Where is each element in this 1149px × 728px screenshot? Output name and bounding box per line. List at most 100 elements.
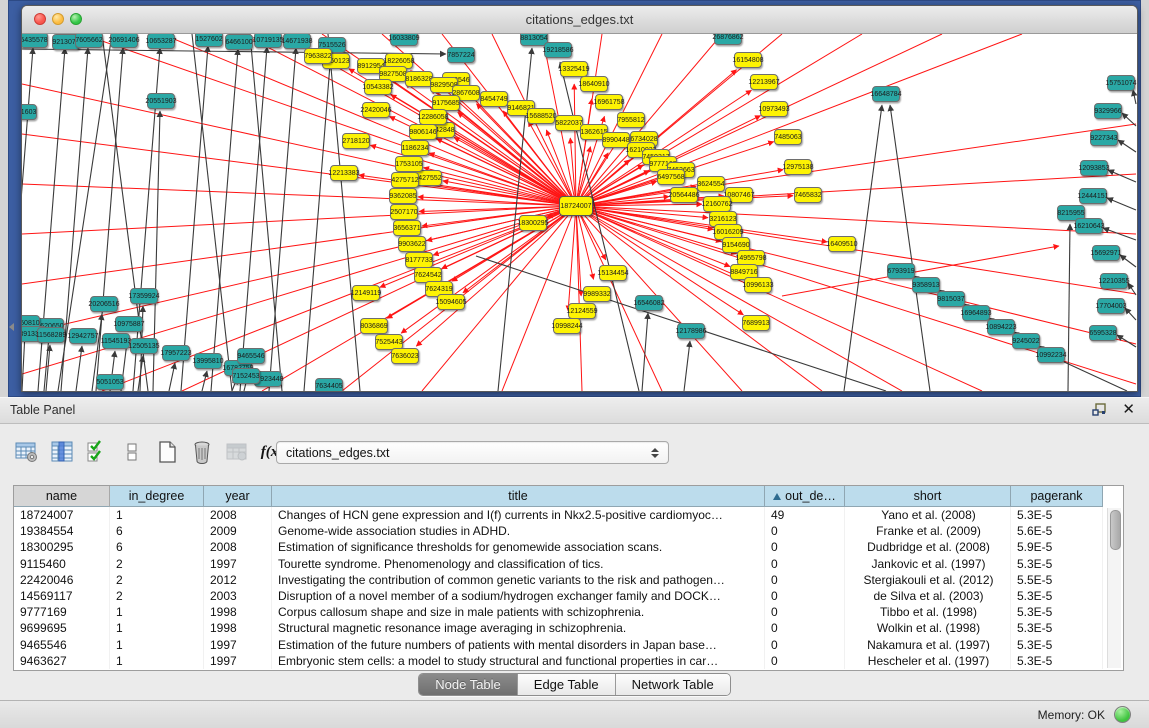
graph-node[interactable]: 13995810 — [194, 353, 222, 369]
table-row[interactable]: 1872400712008Changes of HCN gene express… — [14, 507, 1123, 523]
graph-node[interactable]: 15751074 — [1107, 75, 1135, 91]
graph-node[interactable]: 14671938 — [283, 34, 311, 49]
graph-node[interactable]: 22420046 — [362, 102, 390, 118]
graph-node[interactable]: 7152453 — [232, 368, 260, 384]
graph-node[interactable]: 17359924 — [130, 288, 158, 304]
table-row[interactable]: 1938455462009Genome-wide association stu… — [14, 523, 1123, 539]
graph-node[interactable]: 1753105 — [395, 156, 423, 172]
graph-node[interactable]: 12160762 — [703, 196, 731, 212]
graph-node[interactable]: 10543382 — [364, 79, 392, 95]
graph-node[interactable]: 15688520 — [527, 108, 555, 124]
graph-node[interactable]: 12444151 — [1079, 188, 1107, 204]
tab-node-table[interactable]: Node Table — [419, 674, 518, 695]
graph-node[interactable]: 2507170 — [390, 204, 418, 220]
graph-node[interactable]: 10973493 — [760, 101, 788, 117]
graph-node[interactable]: 12213967 — [750, 74, 778, 90]
column-header-short[interactable]: short — [845, 486, 1011, 507]
graph-node[interactable]: 7857224 — [447, 47, 475, 63]
graph-node[interactable]: 11568289 — [37, 327, 65, 343]
column-header-in_degree[interactable]: in_degree — [110, 486, 204, 507]
graph-node[interactable]: 7689913 — [742, 315, 770, 331]
graph-node[interactable]: 18640910 — [580, 76, 608, 92]
graph-node[interactable]: 10996133 — [744, 277, 772, 293]
graph-node[interactable]: 5051053 — [96, 374, 124, 390]
table-row[interactable]: 2242004622012Investigating the contribut… — [14, 572, 1123, 588]
table-row[interactable]: 911546021997Tourette syndrome. Phenomeno… — [14, 556, 1123, 572]
graph-node[interactable]: 6497568 — [657, 169, 685, 185]
column-header-year[interactable]: year — [204, 486, 272, 507]
table-row[interactable]: 946554611997Estimation of the future num… — [14, 637, 1123, 653]
graph-node[interactable]: 9989332 — [583, 286, 611, 302]
graph-node[interactable]: 12093853 — [1080, 160, 1108, 176]
graph-node[interactable]: 20551903 — [147, 93, 175, 109]
graph-node[interactable]: 7963822 — [304, 48, 332, 64]
graph-node[interactable]: 7636023 — [391, 348, 419, 364]
graph-node[interactable]: 6466100 — [225, 34, 253, 50]
graph-node[interactable]: 15094605 — [437, 294, 465, 310]
graph-node[interactable]: 7485063 — [774, 129, 802, 145]
column-header-name[interactable]: name — [14, 486, 110, 507]
graph-node[interactable]: 1171603 — [22, 104, 37, 120]
graph-node[interactable]: 16961758 — [595, 94, 623, 110]
graph-node[interactable]: 8177733 — [405, 252, 433, 268]
graph-node[interactable]: 9806146 — [409, 124, 437, 140]
graph-node[interactable]: 1527602 — [195, 34, 223, 47]
graph-node[interactable]: 9815037 — [937, 291, 965, 307]
graph-node[interactable]: 9329966 — [1094, 103, 1122, 119]
graph-node[interactable]: 20564486 — [670, 187, 698, 203]
table-row[interactable]: 1456911722003Disruption of a novel membe… — [14, 588, 1123, 604]
table-row[interactable]: 969969511998Structural magnetic resonanc… — [14, 620, 1123, 636]
graph-node[interactable]: 10998244 — [553, 318, 581, 334]
float-panel-icon[interactable] — [1092, 403, 1107, 417]
graph-node[interactable]: 7955812 — [617, 112, 645, 128]
graph-node[interactable]: 18300295 — [519, 215, 547, 231]
graph-node[interactable]: 15692971 — [1092, 245, 1120, 261]
graph-node[interactable]: 16648784 — [872, 86, 900, 102]
graph-node[interactable]: 5822037 — [555, 115, 583, 131]
network-canvas[interactable]: 5435578921307176056622069140610653287152… — [22, 34, 1137, 392]
graph-node[interactable]: 12505135 — [130, 338, 158, 354]
graph-node[interactable]: 17704003 — [1097, 298, 1125, 314]
graph-node[interactable]: 17957223 — [162, 345, 190, 361]
table-row[interactable]: 946362711997Embryonic stem cells: a mode… — [14, 653, 1123, 669]
new-table-icon[interactable] — [154, 439, 180, 465]
table-row[interactable]: 977716911998Corpus callosum shape and si… — [14, 604, 1123, 620]
graph-node[interactable]: 8036869 — [360, 318, 388, 334]
graph-node[interactable]: 16210643 — [1075, 218, 1103, 234]
table-settings-icon[interactable] — [14, 439, 40, 465]
graph-node[interactable]: 12210355 — [1100, 273, 1128, 289]
graph-node[interactable]: 16033809 — [390, 34, 418, 46]
tab-edge-table[interactable]: Edge Table — [518, 674, 616, 695]
graph-node[interactable]: 7605662 — [75, 34, 103, 48]
graph-node[interactable]: 9227343 — [1090, 130, 1118, 146]
graph-node[interactable]: 1186234 — [401, 140, 429, 156]
close-panel-icon[interactable]: ✕ — [1122, 401, 1135, 419]
table-scrollbar[interactable] — [1107, 508, 1121, 668]
graph-node[interactable]: 2718120 — [342, 133, 370, 149]
graph-node[interactable]: 6793919 — [887, 263, 915, 279]
tab-network-table[interactable]: Network Table — [616, 674, 730, 695]
graph-node[interactable]: 10992234 — [1037, 347, 1065, 363]
graph-node[interactable]: 11545193 — [102, 333, 130, 349]
column-header-out_de[interactable]: out_de… — [765, 486, 845, 507]
graph-node[interactable]: 8186328 — [405, 71, 433, 87]
graph-node[interactable]: 7465832 — [794, 187, 822, 203]
column-header-title[interactable]: title — [272, 486, 765, 507]
table-row[interactable]: 1830029562008Estimation of significance … — [14, 539, 1123, 555]
graph-node[interactable]: 16154808 — [734, 52, 762, 68]
graph-node[interactable]: 26876862 — [714, 34, 742, 45]
graph-node[interactable]: 16409510 — [828, 236, 856, 252]
graph-node[interactable]: 4275712 — [391, 172, 419, 188]
graph-node[interactable]: 9245022 — [1012, 333, 1040, 349]
graph-node[interactable]: 12149119 — [352, 285, 380, 301]
graph-node[interactable]: 7634405 — [315, 378, 343, 392]
graph-node[interactable]: 9465546 — [237, 348, 265, 364]
graph-node[interactable]: 20206516 — [90, 296, 118, 312]
window-titlebar[interactable]: citations_edges.txt — [22, 6, 1137, 34]
graph-node[interactable]: 19218586 — [544, 42, 572, 58]
graph-node[interactable]: 8454749 — [480, 91, 508, 107]
graph-node[interactable]: 12975138 — [784, 159, 812, 175]
graph-node[interactable]: 10719135 — [254, 34, 282, 48]
graph-node[interactable]: 9903622 — [398, 236, 426, 252]
graph-node[interactable]: 12942757 — [69, 328, 97, 344]
